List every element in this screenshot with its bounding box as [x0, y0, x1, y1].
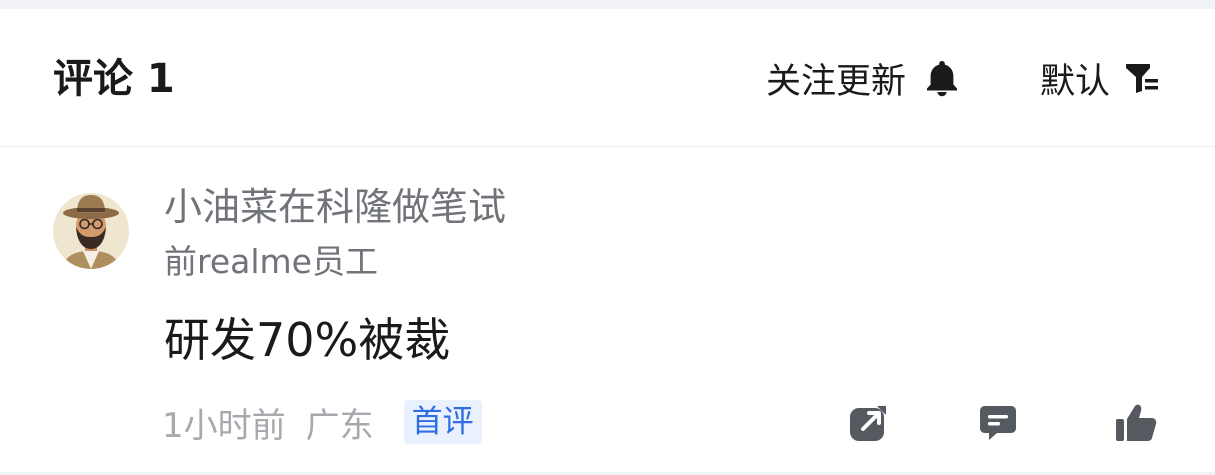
- top-divider-strip: [0, 0, 1215, 9]
- follow-updates-label: 关注更新: [766, 61, 907, 102]
- like-button[interactable]: [1114, 403, 1158, 447]
- comment-user-title: 前realme员工: [164, 242, 378, 281]
- follow-updates-button[interactable]: 关注更新: [766, 53, 960, 103]
- comment-item: 小油菜在科隆做笔试 前realme员工 研发70%被裁 1小时前 广东 首评: [0, 147, 1215, 473]
- comments-header: 评论 1 关注更新 默认: [0, 9, 1215, 147]
- share-icon: [847, 402, 889, 448]
- share-button[interactable]: [846, 403, 890, 447]
- avatar[interactable]: [52, 185, 130, 277]
- comment-text: 研发70%被裁: [164, 313, 451, 367]
- reply-icon: [977, 402, 1019, 448]
- comment-location: 广东: [305, 405, 374, 446]
- filter-icon: [1124, 60, 1160, 96]
- comment-time: 1小时前: [162, 405, 286, 446]
- first-comment-badge: 首评: [403, 400, 482, 444]
- bell-icon: [924, 58, 960, 98]
- reply-button[interactable]: [976, 403, 1020, 447]
- thumbs-up-icon: [1114, 402, 1158, 448]
- sort-label: 默认: [1040, 61, 1111, 102]
- comment-username[interactable]: 小油菜在科隆做笔试: [164, 181, 506, 233]
- comments-count-title: 评论 1: [53, 56, 175, 102]
- comment-meta: 1小时前 广东 首评: [162, 399, 482, 446]
- sort-default-button[interactable]: 默认: [1040, 53, 1160, 103]
